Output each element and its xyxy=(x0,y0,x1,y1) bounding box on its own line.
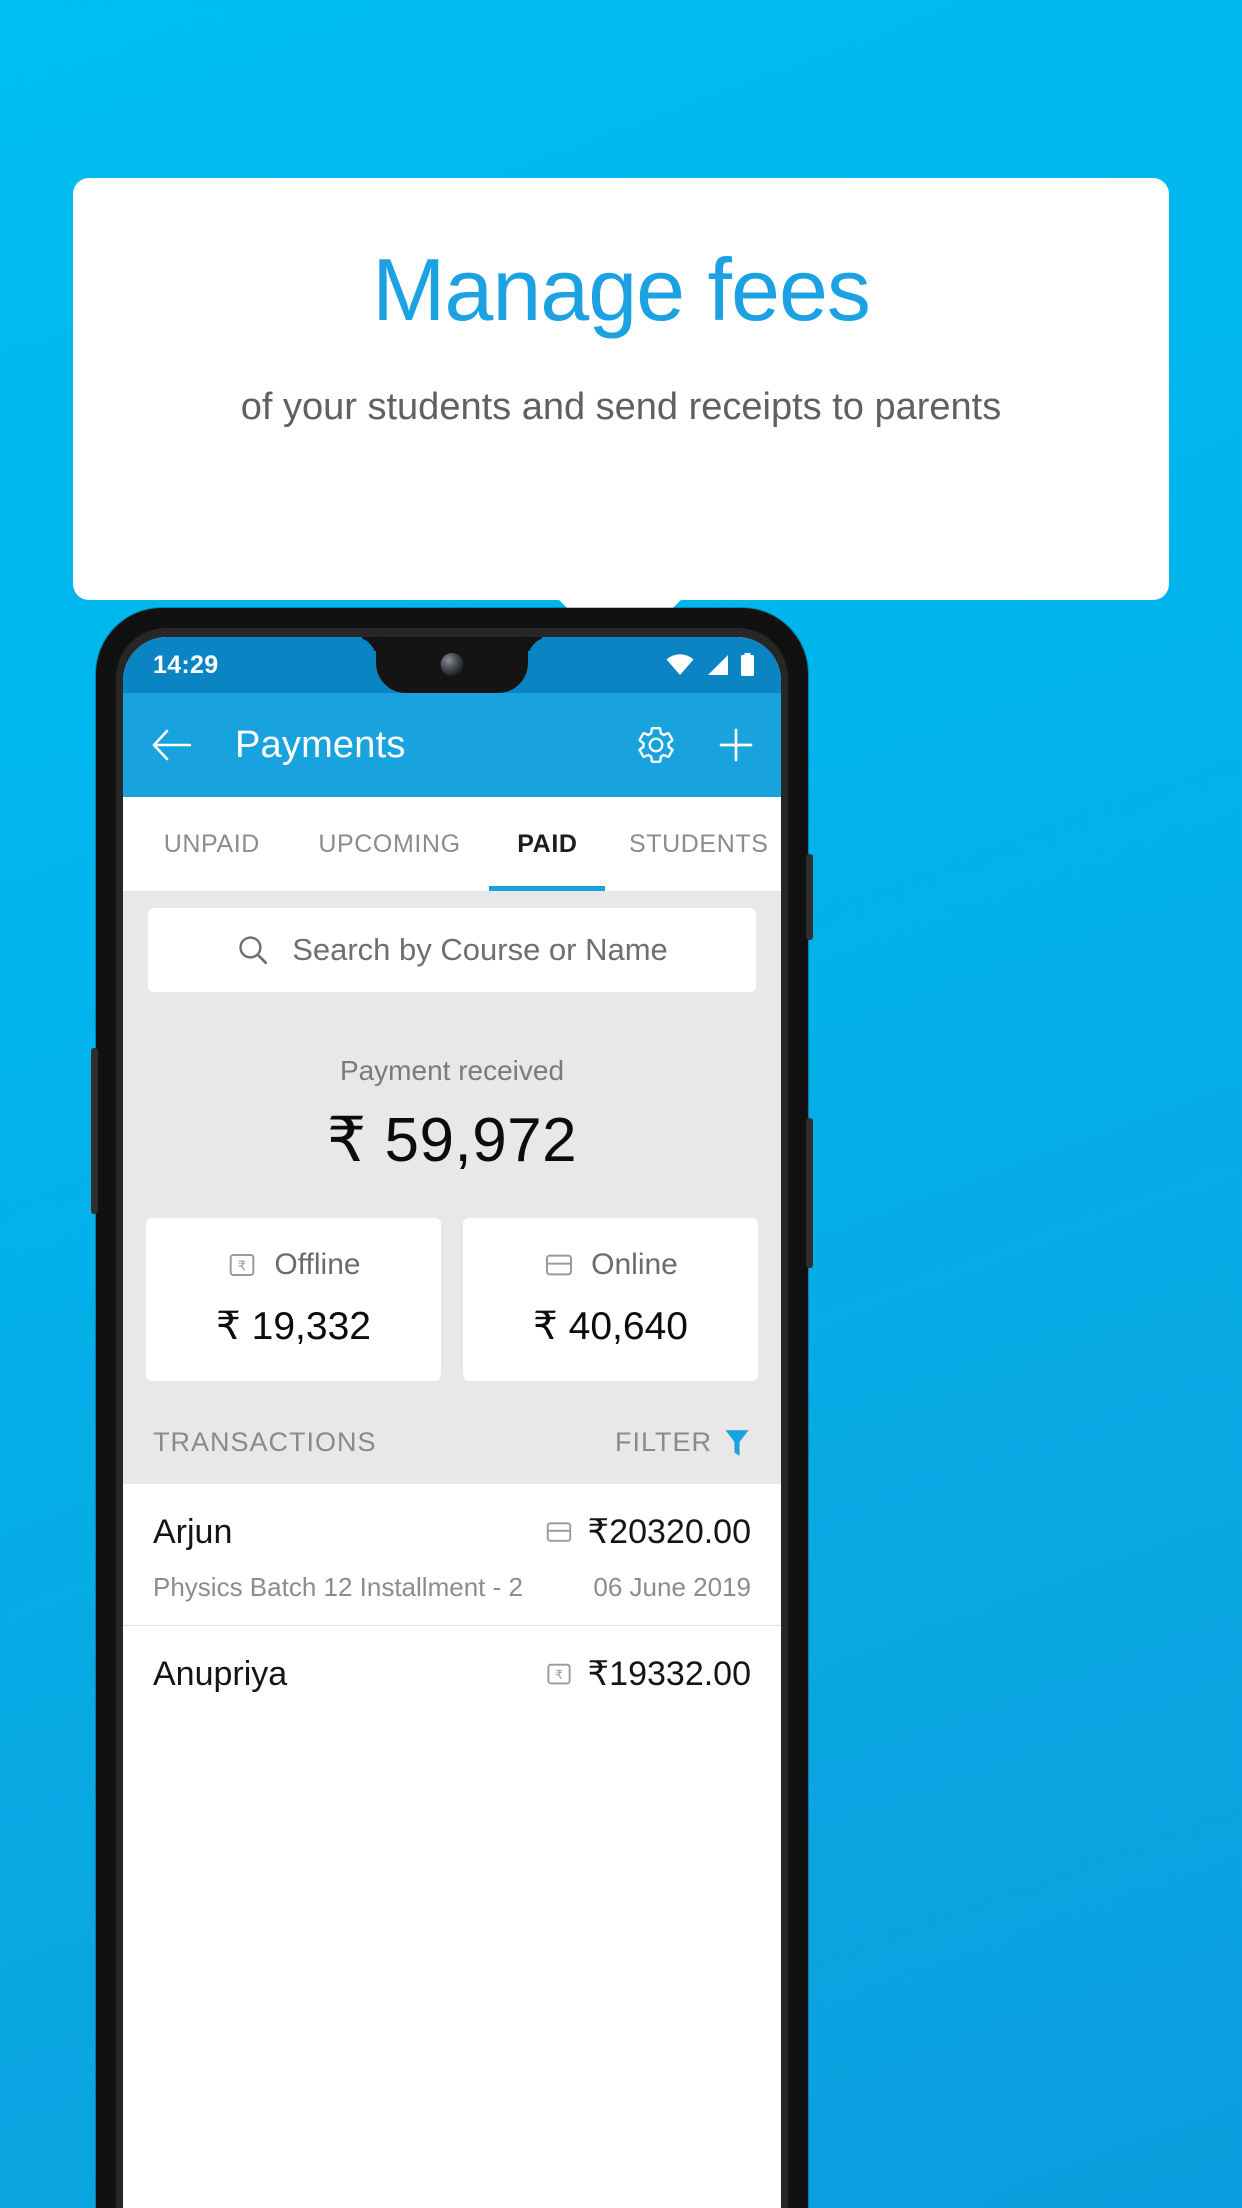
online-card-header: Online xyxy=(463,1248,758,1282)
phone-notch xyxy=(376,637,528,693)
transaction-primary-line: Anupriya ₹ ₹19332.00 xyxy=(153,1654,751,1694)
transactions-label: TRANSACTIONS xyxy=(153,1427,377,1457)
promo-subtitle: of your students and send receipts to pa… xyxy=(240,386,1002,428)
app-bar-actions xyxy=(635,724,757,766)
transaction-secondary-line: Physics Batch 12 Installment - 2 06 June… xyxy=(153,1572,751,1603)
promo-card: Manage fees of your students and send re… xyxy=(73,178,1169,600)
phone-side-button-left[interactable] xyxy=(91,1048,98,1214)
app-bar: Payments xyxy=(123,693,781,797)
status-icons xyxy=(666,653,755,677)
table-row[interactable]: Arjun ₹20320.00 Physics Batch 12 Install… xyxy=(123,1484,781,1625)
table-row[interactable]: Anupriya ₹ ₹19332.00 xyxy=(123,1625,781,1716)
summary-block: Payment received ₹ 59,972 xyxy=(123,992,781,1176)
offline-card-header: ₹ Offline xyxy=(146,1248,441,1282)
filter-button[interactable]: FILTER xyxy=(615,1427,751,1458)
transaction-date: 06 June 2019 xyxy=(593,1572,751,1602)
tab-paid[interactable]: PAID xyxy=(478,797,616,891)
transaction-amount-group: ₹ ₹19332.00 xyxy=(544,1654,751,1694)
transaction-amount: ₹20320.00 xyxy=(587,1513,751,1551)
transaction-primary-line: Arjun ₹20320.00 xyxy=(153,1512,751,1552)
online-card-label: Online xyxy=(591,1248,678,1281)
search-icon xyxy=(239,936,268,965)
transaction-name: Anupriya xyxy=(153,1654,288,1693)
signal-icon xyxy=(708,655,728,675)
search-input[interactable]: Search by Course or Name xyxy=(148,908,756,992)
phone-volume-button[interactable] xyxy=(806,1118,813,1268)
offline-card-label: Offline xyxy=(274,1248,361,1281)
gear-icon[interactable] xyxy=(635,724,677,766)
online-payment-card[interactable]: Online ₹ 40,640 xyxy=(463,1218,758,1381)
rupee-note-icon: ₹ xyxy=(230,1254,255,1276)
transaction-name: Arjun xyxy=(153,1512,233,1551)
summary-label: Payment received xyxy=(339,1055,565,1086)
credit-card-icon xyxy=(546,1254,573,1276)
promo-title: Manage fees xyxy=(372,240,871,339)
phone-bezel: 14:29 Payments UNPAID UPCOMING PAID STUD… xyxy=(116,628,788,2208)
back-arrow-icon[interactable] xyxy=(151,728,191,762)
phone-device: 14:29 Payments UNPAID UPCOMING PAID STUD… xyxy=(91,608,813,2208)
offline-card-amount: ₹ 19,332 xyxy=(216,1305,371,1348)
filter-label: FILTER xyxy=(614,1427,712,1457)
wifi-icon xyxy=(666,654,694,675)
page-title: Payments xyxy=(235,723,406,766)
transactions-header-row: TRANSACTIONS FILTER xyxy=(123,1381,781,1484)
search-container: Search by Course or Name xyxy=(123,891,781,992)
offline-payment-card[interactable]: ₹ Offline ₹ 19,332 xyxy=(146,1218,441,1381)
payment-cards: ₹ Offline ₹ 19,332 Online ₹ 40,640 xyxy=(123,1176,781,1381)
transaction-list: Arjun ₹20320.00 Physics Batch 12 Install… xyxy=(123,1484,781,1716)
status-time: 14:29 xyxy=(153,650,219,679)
transaction-amount: ₹19332.00 xyxy=(587,1655,751,1693)
search-placeholder: Search by Course or Name xyxy=(292,932,668,967)
tab-bar: UNPAID UPCOMING PAID STUDENTS xyxy=(123,797,781,891)
transaction-description: Physics Batch 12 Installment - 2 xyxy=(153,1572,523,1602)
tab-unpaid[interactable]: UNPAID xyxy=(123,797,301,891)
tab-label: STUDENTS xyxy=(628,829,769,858)
plus-icon[interactable] xyxy=(715,724,757,766)
rupee-note-icon: ₹ xyxy=(546,1663,571,1685)
svg-text:₹: ₹ xyxy=(238,1258,246,1273)
tab-students[interactable]: STUDENTS xyxy=(616,797,781,891)
content-area: Search by Course or Name Payment receive… xyxy=(123,891,781,1716)
svg-text:₹: ₹ xyxy=(555,1668,563,1682)
transaction-amount-group: ₹20320.00 xyxy=(544,1512,751,1552)
online-card-amount: ₹ 40,640 xyxy=(533,1305,688,1348)
summary-amount: ₹ 59,972 xyxy=(326,1106,578,1175)
tab-label: UPCOMING xyxy=(318,829,461,858)
front-camera-icon xyxy=(440,653,464,676)
tab-label: PAID xyxy=(517,829,578,858)
credit-card-icon xyxy=(546,1522,571,1542)
phone-power-button[interactable] xyxy=(806,854,813,940)
tab-upcoming[interactable]: UPCOMING xyxy=(301,797,479,891)
phone-screen: 14:29 Payments UNPAID UPCOMING PAID STUD… xyxy=(123,637,781,2208)
tab-label: UNPAID xyxy=(163,829,260,858)
battery-icon xyxy=(741,653,754,676)
funnel-icon xyxy=(725,1429,749,1456)
